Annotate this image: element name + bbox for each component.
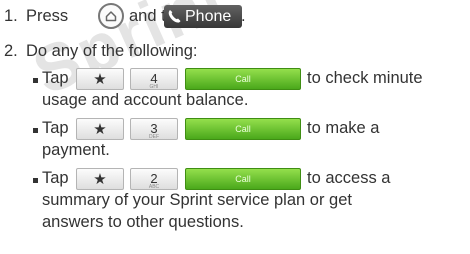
bullet-2: [33, 128, 38, 133]
item-3-text: to access a: [307, 169, 391, 187]
star-key: ★: [76, 168, 124, 190]
step-2-text: Do any of the following:: [26, 42, 198, 60]
bullet-3: [33, 178, 38, 183]
item-2-text: to make a: [307, 119, 380, 137]
item-2-text-cont: payment.: [42, 141, 110, 159]
phone-handset-icon: [168, 10, 181, 23]
step-2-number: 2.: [4, 42, 18, 60]
item-1-tap: Tap: [42, 69, 69, 87]
star-key: ★: [76, 68, 124, 90]
key-4: 4 GHI: [130, 68, 178, 90]
phone-label: Phone: [185, 8, 232, 25]
item-3-tap: Tap: [42, 169, 69, 187]
item-1-text-cont: usage and account balance.: [42, 91, 249, 109]
bullet-1: [33, 78, 38, 83]
item-2-tap: Tap: [42, 119, 69, 137]
item-1-text: to check minute: [307, 69, 423, 87]
call-button: Call: [185, 168, 301, 190]
star-key: ★: [76, 118, 124, 140]
step-1-text-press: Press: [26, 7, 69, 25]
home-icon: [98, 3, 124, 29]
step-1-period: .: [241, 7, 246, 25]
key-3: 3 DEF: [130, 118, 178, 140]
call-button: Call: [185, 68, 301, 90]
phone-button: Phone: [164, 5, 242, 28]
step-1-number: 1.: [4, 7, 18, 25]
item-3-text-cont: summary of your Sprint service plan or g…: [42, 191, 352, 209]
item-3-text-cont-2: answers to other questions.: [42, 213, 244, 231]
call-button: Call: [185, 118, 301, 140]
key-2: 2 ABC: [130, 168, 178, 190]
